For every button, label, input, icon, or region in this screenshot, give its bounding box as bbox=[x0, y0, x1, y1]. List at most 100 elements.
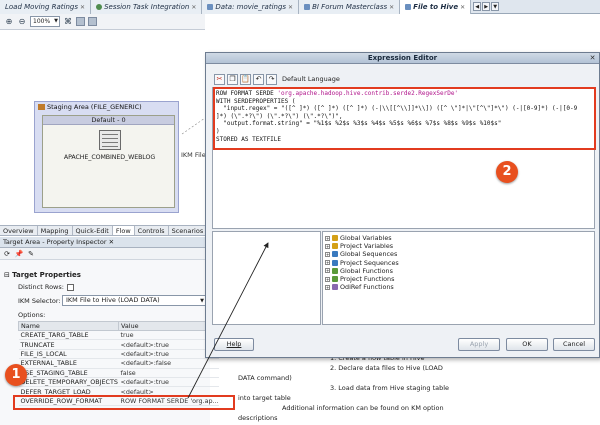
options-table: Name Value CREATE_TARG_TABLE true TRUNCAT… bbox=[18, 321, 219, 407]
property-inspector-header: Target Area - Property Inspector ✕ bbox=[0, 237, 210, 248]
tree-item[interactable]: + Global Variables bbox=[325, 234, 592, 242]
table-row[interactable]: USE_STAGING_TABLE false bbox=[18, 368, 219, 378]
tab-right-icon[interactable]: ▶ bbox=[482, 2, 491, 11]
help-button[interactable]: Help bbox=[214, 338, 254, 351]
source-objects-panel[interactable] bbox=[212, 231, 321, 325]
table-row[interactable]: EXTERNAL_TABLE <default>:false bbox=[18, 358, 219, 369]
tab-flow[interactable]: Flow bbox=[112, 226, 135, 235]
redo-icon[interactable]: ↷ bbox=[266, 73, 277, 85]
expand-icon[interactable]: + bbox=[325, 276, 330, 282]
tab-controls[interactable]: Controls bbox=[135, 226, 169, 235]
cancel-button[interactable]: Cancel bbox=[553, 338, 595, 351]
tab-file-to-hive[interactable]: File to Hive ✕ bbox=[400, 0, 472, 14]
ikm-selector-label: IKM Selector: bbox=[18, 297, 61, 305]
table-row[interactable]: CREATE_TARG_TABLE true bbox=[18, 330, 219, 341]
mapping-canvas[interactable]: Staging Area (FILE_GENERIC) Default - 0 … bbox=[0, 30, 210, 225]
project-icon bbox=[304, 4, 311, 10]
apply-button[interactable]: Apply bbox=[458, 338, 500, 351]
table-row[interactable]: TRUNCATE <default>:true bbox=[18, 339, 219, 350]
grid-icon[interactable] bbox=[88, 17, 97, 26]
cut-icon[interactable]: ✂ bbox=[214, 73, 225, 85]
expand-icon[interactable]: + bbox=[325, 268, 330, 274]
staging-area[interactable]: Staging Area (FILE_GENERIC) Default - 0 … bbox=[34, 101, 179, 213]
gear-icon bbox=[96, 4, 103, 10]
dialog-title: Expression Editor ✕ bbox=[206, 53, 599, 64]
tree-item[interactable]: + Project Functions bbox=[325, 275, 592, 283]
tab-left-icon[interactable]: ◀ bbox=[473, 2, 482, 11]
tree-item[interactable]: + Global Functions bbox=[325, 267, 592, 275]
staging-area-title: Staging Area (FILE_GENERIC) bbox=[35, 102, 178, 113]
variable-icon bbox=[332, 235, 338, 242]
zoom-select[interactable]: 100% bbox=[30, 16, 60, 27]
datastore-label: APACHE_COMBINED_WEBLOG bbox=[63, 154, 156, 161]
tree-item[interactable]: + Project Variables bbox=[325, 242, 592, 250]
sequence-icon bbox=[332, 251, 338, 258]
close-icon[interactable]: ✕ bbox=[288, 1, 293, 14]
sequence-icon bbox=[332, 259, 338, 266]
pin-icon[interactable]: 📌 bbox=[15, 250, 24, 258]
tab-list-icon[interactable]: ▼ bbox=[491, 2, 500, 11]
tab-navigation: ◀ ▶ ▼ bbox=[471, 0, 501, 13]
function-icon bbox=[332, 284, 338, 291]
callout-badge-2: 2 bbox=[496, 161, 518, 183]
default-dataset[interactable]: Default - 0 APACHE_COMBINED_WEBLOG bbox=[42, 115, 175, 208]
tab-overview[interactable]: Overview bbox=[0, 226, 38, 235]
section-title[interactable]: Target Properties bbox=[4, 271, 81, 279]
column-header-name[interactable]: Name bbox=[18, 321, 119, 331]
close-icon[interactable]: ✕ bbox=[80, 1, 85, 14]
highlight-code bbox=[213, 87, 596, 150]
tab-scenarios[interactable]: Scenarios bbox=[169, 226, 208, 235]
tab-session-task-integration[interactable]: Session Task Integration ✕ bbox=[91, 0, 203, 14]
close-icon[interactable]: ✕ bbox=[191, 1, 196, 14]
zoom-out-icon[interactable]: ⊖ bbox=[17, 17, 27, 27]
ikm-flow-label: IKM File bbox=[181, 151, 206, 159]
close-icon[interactable]: ✕ bbox=[588, 54, 597, 62]
property-inspector-toolbar: ⟳ 📌 ✎ bbox=[0, 248, 210, 260]
expand-icon[interactable]: + bbox=[325, 235, 330, 241]
tab-quick-edit[interactable]: Quick-Edit bbox=[73, 226, 113, 235]
close-icon[interactable]: ✕ bbox=[389, 1, 394, 14]
fit-icon[interactable]: ⌘ bbox=[63, 17, 73, 27]
tab-data-movie-ratings[interactable]: Data: movie_ratings ✕ bbox=[202, 0, 300, 14]
tree-item[interactable]: + Project Sequences bbox=[325, 259, 592, 267]
callout-badge-1: 1 bbox=[5, 364, 27, 386]
functions-tree-panel[interactable]: + Global Variables + Project Variables + Gl… bbox=[322, 231, 595, 325]
edit-icon[interactable]: ✎ bbox=[27, 250, 35, 258]
copy-icon[interactable]: ❐ bbox=[227, 73, 238, 85]
table-row[interactable]: FILE_IS_LOCAL <default>:true bbox=[18, 349, 219, 360]
km-help-text: 1. Create a flow table in Hive 2. Declar… bbox=[238, 354, 450, 422]
paste-icon[interactable]: 📋 bbox=[240, 73, 251, 85]
tab-mapping[interactable]: Mapping bbox=[38, 226, 73, 235]
datastore-icon bbox=[99, 130, 121, 150]
distinct-rows-checkbox[interactable] bbox=[66, 283, 74, 291]
expand-icon[interactable]: + bbox=[325, 284, 330, 290]
tab-load-moving-ratings[interactable]: Load Moving Ratings ✕ bbox=[0, 0, 92, 14]
canvas-toolbar: ⊕ ⊖ 100% ⌘ bbox=[0, 14, 205, 30]
options-label: Options: bbox=[18, 311, 46, 319]
table-row[interactable]: DELETE_TEMPORARY_OBJECTS <default>:true bbox=[18, 377, 219, 388]
layout-icon[interactable] bbox=[76, 17, 85, 26]
tree-item[interactable]: + OdiRef Functions bbox=[325, 283, 592, 291]
function-icon bbox=[332, 276, 338, 283]
close-icon[interactable]: ✕ bbox=[460, 1, 465, 14]
column-header-value[interactable]: Value bbox=[118, 321, 219, 331]
close-icon[interactable]: ✕ bbox=[109, 238, 114, 246]
undo-icon[interactable]: ↶ bbox=[253, 73, 264, 85]
table-icon bbox=[207, 4, 214, 10]
zoom-in-icon[interactable]: ⊕ bbox=[4, 17, 14, 27]
tab-bi-forum-masterclass[interactable]: BI Forum Masterclass ✕ bbox=[299, 0, 401, 14]
perspective-tabs: Overview Mapping Quick-Edit Flow Control… bbox=[0, 225, 210, 236]
ikm-selector-dropdown[interactable]: IKM File to Hive (LOAD DATA) bbox=[62, 295, 207, 306]
distinct-rows-row: Distinct Rows: bbox=[18, 283, 74, 291]
language-label: Default Language bbox=[282, 75, 340, 83]
expand-icon[interactable]: + bbox=[325, 260, 330, 266]
dialog-toolbar: ✂ ❐ 📋 ↶ ↷ Default Language bbox=[214, 73, 340, 85]
dataset-header: Default - 0 bbox=[43, 116, 174, 125]
refresh-icon[interactable]: ⟳ bbox=[3, 250, 11, 258]
variable-icon bbox=[332, 243, 338, 250]
expand-icon[interactable]: + bbox=[325, 251, 330, 257]
ok-button[interactable]: OK bbox=[506, 338, 548, 351]
tree-item[interactable]: + Global Sequences bbox=[325, 250, 592, 258]
expand-icon[interactable]: + bbox=[325, 243, 330, 249]
function-icon bbox=[332, 267, 338, 274]
